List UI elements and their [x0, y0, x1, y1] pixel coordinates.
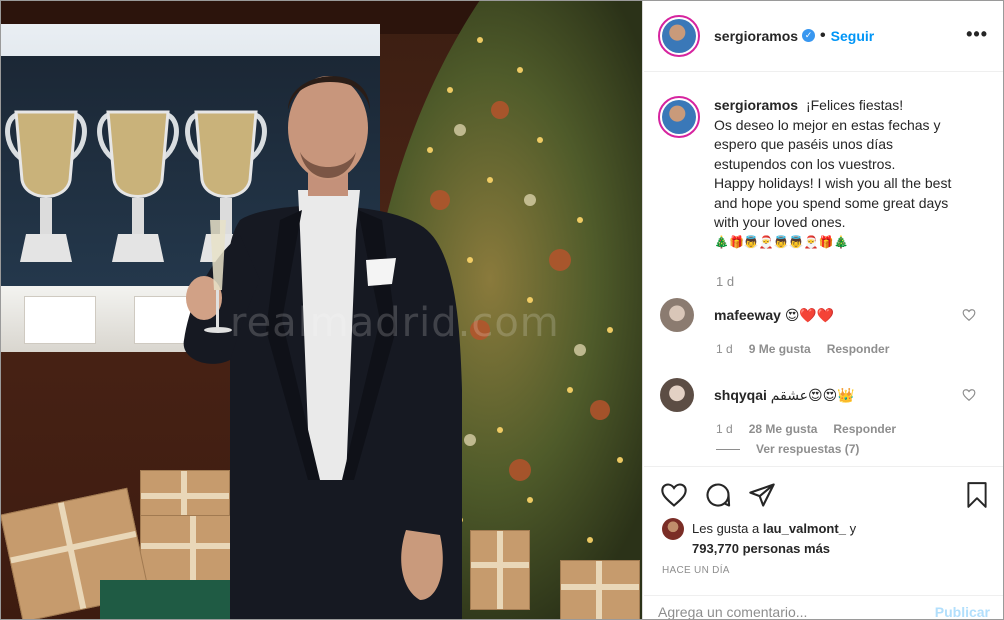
trophy-plaque	[24, 296, 96, 344]
comment-body: عشقم😍😍👑	[770, 386, 855, 403]
comment-text: mafeeway 😍❤️❤️	[714, 307, 834, 324]
caption-line: and hope you spend some great days	[714, 194, 949, 211]
post-caption: sergioramos ¡Felices fiestas! Os deseo l…	[658, 96, 988, 252]
post-timestamp: HACE UN DÍA	[662, 565, 730, 576]
replies-divider	[716, 448, 740, 450]
post-header: sergioramos ✓ • Seguir •••	[644, 0, 1004, 72]
caption-line: estupendos con los vuestros.	[714, 155, 896, 172]
comment-likes[interactable]: 9 Me gusta	[749, 342, 811, 356]
comment-form: Publicar	[644, 595, 1004, 620]
comment-avatar[interactable]	[660, 298, 694, 332]
gift-box	[560, 560, 640, 620]
caption-line: with your loved ones.	[714, 214, 846, 230]
comment-username[interactable]: shqyqai	[714, 387, 767, 403]
trophy-image	[5, 110, 87, 262]
caption-line: ¡Felices fiestas!	[805, 97, 904, 113]
likes-prefix: Les gusta a	[692, 521, 760, 536]
author-username[interactable]: sergioramos	[714, 28, 798, 44]
photo-watermark: realmadrid.com	[230, 300, 560, 346]
post-actions: Les gusta a lau_valmont_ y 793,770 perso…	[644, 466, 1004, 620]
comment-item: shqyqai عشقم😍😍👑 1 d 28 Me gusta Responde…	[660, 378, 990, 436]
more-icon[interactable]: •••	[966, 24, 988, 45]
post-sidebar: sergioramos ✓ • Seguir ••• sergioramos ¡…	[644, 0, 1004, 620]
comment-item: mafeeway 😍❤️❤️ 1 d 9 Me gusta Responder	[660, 298, 990, 356]
caption-timestamp: 1 d	[716, 274, 735, 289]
comment-timestamp: 1 d	[716, 342, 733, 356]
likes-count[interactable]: 793,770 personas más	[692, 541, 830, 556]
separator-dot: •	[820, 26, 826, 44]
comment-text: shqyqai عشقم😍😍👑	[714, 387, 855, 404]
reply-button[interactable]: Responder	[833, 422, 896, 436]
comment-avatar[interactable]	[660, 378, 694, 412]
likes-summary: Les gusta a lau_valmont_ y 793,770 perso…	[662, 518, 856, 559]
view-replies-label: Ver respuestas (7)	[756, 442, 860, 456]
comment-username[interactable]: mafeeway	[714, 307, 781, 323]
caption-line: espero que paséis unos días	[714, 136, 894, 152]
caption-avatar[interactable]	[658, 96, 700, 138]
comment-body: 😍❤️❤️	[784, 306, 835, 323]
heart-icon[interactable]	[962, 388, 976, 402]
comment-likes[interactable]: 28 Me gusta	[749, 422, 818, 436]
heart-icon[interactable]	[962, 308, 976, 322]
caption-text: sergioramos ¡Felices fiestas! Os deseo l…	[714, 96, 951, 252]
view-replies-button[interactable]: Ver respuestas (7)	[716, 442, 859, 456]
bookmark-icon[interactable]	[964, 481, 990, 509]
caption-line: Os deseo lo mejor en estas fechas y	[714, 116, 941, 133]
caption-line: Happy holidays! I wish you all the best	[714, 175, 952, 191]
liker-username[interactable]: lau_valmont_	[763, 521, 846, 536]
comment-icon[interactable]	[704, 481, 732, 509]
author-avatar[interactable]	[658, 14, 700, 57]
publish-button[interactable]: Publicar	[935, 604, 990, 620]
likes-text: Les gusta a lau_valmont_ y 793,770 perso…	[692, 519, 856, 559]
caption-emoji: 🎄🎁👼🎅👼👼🎅🎁🎄	[714, 234, 849, 249]
follow-button[interactable]: Seguir	[831, 28, 875, 44]
post-photo[interactable]: realmadrid.com	[0, 0, 643, 620]
caption-username[interactable]: sergioramos	[714, 97, 798, 113]
verified-icon: ✓	[802, 29, 816, 42]
reply-button[interactable]: Responder	[827, 342, 890, 356]
comment-timestamp: 1 d	[716, 422, 733, 436]
share-icon[interactable]	[748, 481, 776, 509]
likes-connector: y	[849, 521, 857, 536]
heart-icon[interactable]	[660, 481, 688, 509]
liker-avatar[interactable]	[662, 518, 684, 540]
comment-input[interactable]	[658, 604, 918, 620]
